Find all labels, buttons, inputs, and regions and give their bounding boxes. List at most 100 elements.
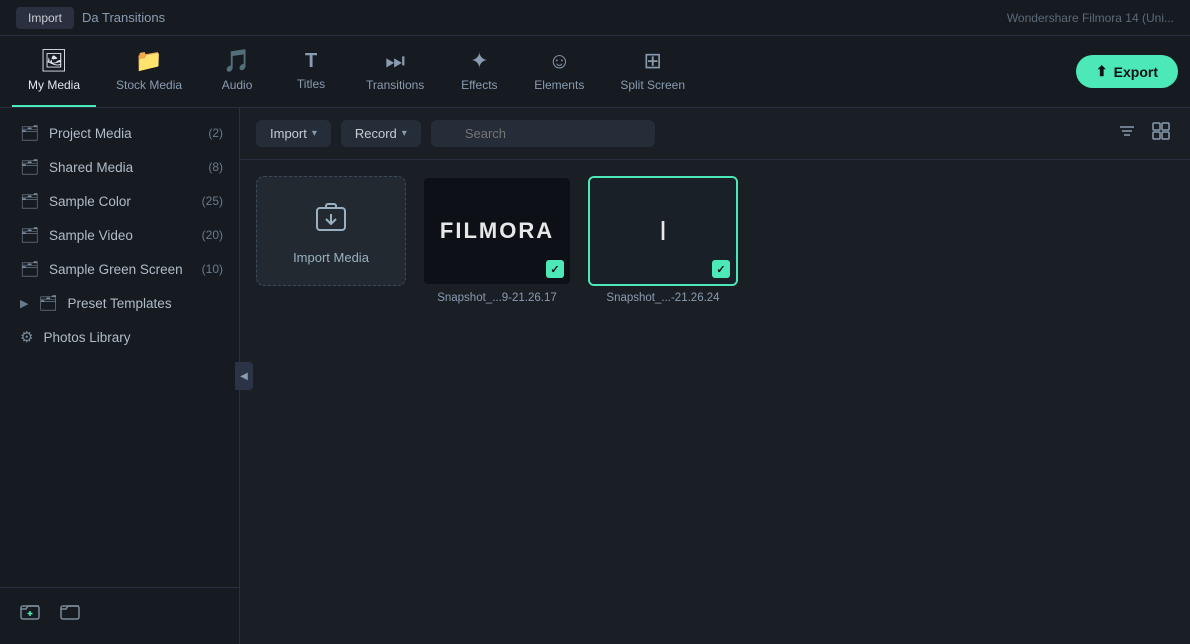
media-tile-snapshot-1[interactable]: FILMORA Snapshot_...9-21.26.17: [422, 176, 572, 304]
filter-button[interactable]: [1114, 118, 1140, 149]
tab-stock-media[interactable]: 📁 Stock Media: [100, 36, 198, 107]
export-button[interactable]: ⬆ Export: [1076, 55, 1178, 88]
sidebar-item-sample-video-left: 🗂 Sample Video: [20, 226, 133, 244]
main-content: 🗂 Project Media (2) 🗂 Shared Media (8) 🗂…: [0, 108, 1190, 644]
import-button[interactable]: Import ▾: [256, 120, 331, 147]
media-label-snapshot-1: Snapshot_...9-21.26.17: [422, 292, 572, 304]
folder-icon-preset-templates: 🗂: [38, 294, 57, 312]
folder-icon-shared: 🗂: [20, 158, 39, 176]
sidebar-footer: [0, 587, 239, 636]
import-media-icon: [313, 198, 349, 242]
sidebar-item-sample-color-left: 🗂 Sample Color: [20, 192, 131, 210]
sidebar-label-preset-templates: Preset Templates: [68, 296, 172, 311]
tab-my-media-label: My Media: [28, 78, 80, 92]
folder-icon-sample-video: 🗂: [20, 226, 39, 244]
tab-audio[interactable]: 🎵 Audio: [202, 36, 272, 107]
title-bar-left: Import Da Transitions: [16, 7, 165, 29]
sidebar-item-sample-green-screen-left: 🗂 Sample Green Screen: [20, 260, 183, 278]
sidebar-collapse-arrow[interactable]: ◀: [235, 362, 253, 390]
elements-icon: ☺: [548, 50, 570, 72]
tab-stock-media-label: Stock Media: [116, 78, 182, 92]
chevron-right-icon: ▶: [20, 297, 28, 310]
media-thumbnail-snapshot-1: FILMORA: [422, 176, 572, 286]
sidebar-label-sample-video: Sample Video: [49, 228, 133, 243]
search-input[interactable]: [431, 120, 655, 147]
nav-tabs: 🖼 My Media 📁 Stock Media 🎵 Audio T Title…: [0, 36, 1190, 108]
sidebar-label-sample-color: Sample Color: [49, 194, 131, 209]
tab-elements[interactable]: ☺ Elements: [518, 36, 600, 107]
tab-split-screen[interactable]: ⊞ Split Screen: [604, 36, 701, 107]
sidebar-label-photos-library: Photos Library: [43, 330, 130, 345]
tab-effects[interactable]: ✦ Effects: [444, 36, 514, 107]
top-import-button[interactable]: Import: [16, 7, 74, 29]
sidebar-label-sample-green-screen: Sample Green Screen: [49, 262, 183, 277]
sidebar-item-project-media-left: 🗂 Project Media: [20, 124, 132, 142]
import-media-tile[interactable]: Import Media: [256, 176, 406, 286]
import-label: Import: [270, 126, 307, 141]
record-label: Record: [355, 126, 397, 141]
sidebar-item-shared-media-left: 🗂 Shared Media: [20, 158, 133, 176]
my-media-icon: 🖼: [40, 50, 68, 72]
sidebar-item-photos-library-left: ⚙ Photos Library: [20, 328, 131, 346]
search-wrapper: 🔍: [431, 120, 1104, 147]
sidebar-item-sample-video[interactable]: 🗂 Sample Video (20): [0, 218, 239, 252]
media-label-snapshot-2: Snapshot_...-21.26.24: [588, 292, 738, 304]
thumbnail-checkbox-snapshot-1[interactable]: [546, 260, 564, 278]
tab-transitions-label: Transitions: [366, 78, 424, 92]
import-chevron-icon: ▾: [312, 128, 317, 139]
sidebar-item-preset-templates[interactable]: ▶ 🗂 Preset Templates: [0, 286, 239, 320]
titles-icon: T: [305, 51, 317, 71]
photos-icon: ⚙: [20, 328, 33, 346]
sidebar-count-sample-green-screen: (10): [202, 262, 223, 276]
audio-icon: 🎵: [223, 50, 250, 72]
tab-my-media[interactable]: 🖼 My Media: [12, 36, 96, 107]
stock-media-icon: 📁: [135, 50, 162, 72]
export-icon: ⬆: [1096, 63, 1108, 80]
tab-effects-label: Effects: [461, 78, 497, 92]
sidebar-count-sample-color: (25): [202, 194, 223, 208]
sidebar-item-project-media[interactable]: 🗂 Project Media (2): [0, 116, 239, 150]
sidebar-label-project-media: Project Media: [49, 126, 132, 141]
tab-split-screen-label: Split Screen: [620, 78, 685, 92]
toolbar-right: [1114, 118, 1174, 149]
app-name: Wondershare Filmora 14 (Uni...: [1007, 11, 1174, 25]
media-thumbnail-snapshot-2: I: [588, 176, 738, 286]
sidebar-item-shared-media[interactable]: 🗂 Shared Media (8): [0, 150, 239, 184]
tabs-list: 🖼 My Media 📁 Stock Media 🎵 Audio T Title…: [12, 36, 701, 107]
tab-audio-label: Audio: [222, 78, 253, 92]
folder-icon-sample-color: 🗂: [20, 192, 39, 210]
media-grid: Import Media FILMORA Snapshot_...9-21.26…: [240, 160, 1190, 644]
sidebar-item-photos-library[interactable]: ⚙ Photos Library: [0, 320, 239, 354]
folder-icon-sample-green-screen: 🗂: [20, 260, 39, 278]
sidebar-item-sample-color[interactable]: 🗂 Sample Color (25): [0, 184, 239, 218]
grid-view-button[interactable]: [1148, 118, 1174, 149]
effects-icon: ✦: [470, 50, 488, 72]
folder-action-button[interactable]: [56, 598, 84, 626]
content-toolbar: Import ▾ Record ▾ 🔍: [240, 108, 1190, 160]
tab-titles-label: Titles: [297, 77, 325, 91]
sidebar-label-shared-media: Shared Media: [49, 160, 133, 175]
sidebar-item-preset-templates-left: ▶ 🗂 Preset Templates: [20, 294, 172, 312]
folder-icon-project: 🗂: [20, 124, 39, 142]
sidebar-count-project-media: (2): [208, 126, 223, 140]
thumbnail-checkbox-snapshot-2[interactable]: [712, 260, 730, 278]
new-folder-button[interactable]: [16, 598, 44, 626]
top-bar-title: Da Transitions: [82, 10, 165, 25]
sidebar: 🗂 Project Media (2) 🗂 Shared Media (8) 🗂…: [0, 108, 240, 644]
import-media-label: Import Media: [293, 250, 369, 265]
record-chevron-icon: ▾: [402, 128, 407, 139]
sidebar-count-shared-media: (8): [208, 160, 223, 174]
transitions-icon: ⏭: [385, 50, 405, 72]
tab-titles[interactable]: T Titles: [276, 36, 346, 107]
plain-thumb-text: I: [659, 215, 667, 247]
filmora-logo-text: FILMORA: [440, 218, 554, 244]
content-area: Import ▾ Record ▾ 🔍: [240, 108, 1190, 644]
title-bar: Import Da Transitions Wondershare Filmor…: [0, 0, 1190, 36]
tab-transitions[interactable]: ⏭ Transitions: [350, 36, 440, 107]
sidebar-count-sample-video: (20): [202, 228, 223, 242]
export-label: Export: [1114, 64, 1158, 80]
media-tile-snapshot-2[interactable]: I Snapshot_...-21.26.24: [588, 176, 738, 304]
record-button[interactable]: Record ▾: [341, 120, 421, 147]
sidebar-item-sample-green-screen[interactable]: 🗂 Sample Green Screen (10): [0, 252, 239, 286]
tab-elements-label: Elements: [534, 78, 584, 92]
